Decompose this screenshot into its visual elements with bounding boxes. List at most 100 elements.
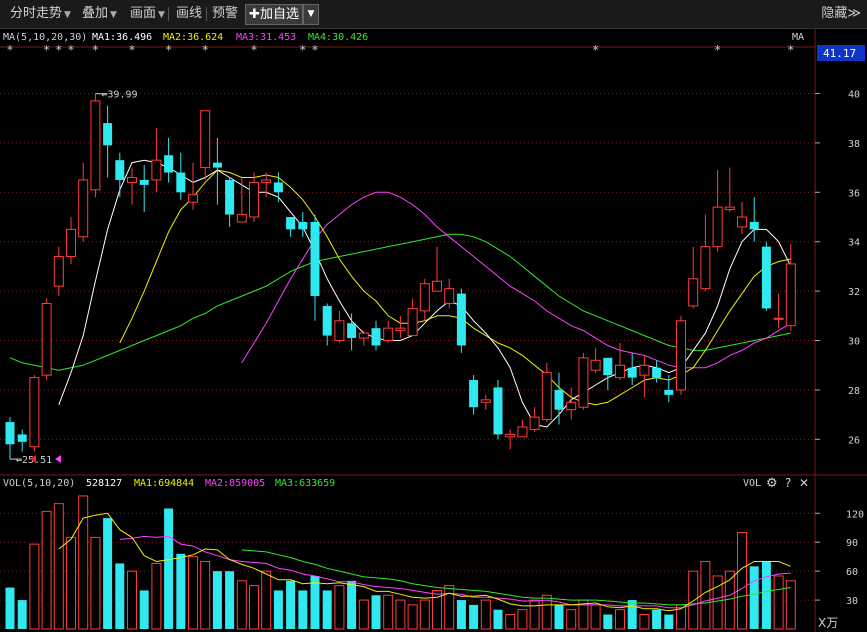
price-tick-label: 26: [848, 435, 860, 446]
volume-bar-down: [212, 571, 222, 629]
caret-down-icon: ▼: [64, 10, 71, 20]
volume-bar-down: [17, 600, 27, 629]
volume-bar-down: [322, 590, 332, 629]
volume-bar-up: [53, 503, 64, 630]
candle: [395, 315, 406, 339]
candle-body-up: [505, 433, 516, 438]
candle: [505, 429, 516, 450]
candle: [578, 352, 589, 410]
candle-body-up: [432, 280, 442, 292]
candle: [761, 241, 771, 311]
gear-icon[interactable]: ⚙: [766, 476, 778, 491]
high-value: ←39.99: [101, 90, 137, 101]
candle-body-up: [236, 214, 247, 223]
event-marker-icon: *: [44, 43, 50, 57]
candle: [724, 167, 735, 213]
candle-body-up: [590, 359, 601, 371]
close-icon[interactable]: ✕: [799, 476, 809, 490]
price-legend-right-label: MA: [792, 32, 804, 43]
candle-body-up: [383, 327, 394, 342]
candle: [151, 128, 162, 193]
volume-bar-down: [664, 614, 674, 629]
candle-body-up: [444, 288, 455, 304]
candle-body-down: [212, 162, 222, 168]
overlay-menu[interactable]: 叠加 ▼: [82, 5, 117, 23]
candle: [53, 246, 64, 297]
candle-body-up: [188, 194, 198, 203]
candle: [41, 298, 52, 381]
candle: [176, 152, 186, 200]
add-watchlist-button[interactable]: ✚加自选: [245, 4, 303, 25]
alert-label: 预警: [212, 6, 239, 21]
volume-bar-up: [383, 594, 394, 630]
candle-body-down: [115, 160, 125, 180]
candle: [164, 137, 174, 183]
candle-body-down: [493, 387, 503, 435]
volume-bar-down: [310, 575, 320, 629]
candle: [334, 310, 345, 343]
volume-bar-down: [371, 595, 381, 629]
volume-axis: 120 90 60 30: [815, 509, 864, 607]
candle: [700, 214, 711, 292]
volume-bar-up: [395, 599, 406, 630]
candle: [322, 303, 332, 346]
volume-bar-up: [773, 575, 784, 630]
candle-body-down: [749, 221, 759, 230]
volume-bar-up: [90, 536, 101, 630]
volume-bar-down: [225, 571, 235, 629]
draw-menu[interactable]: 画面 ▼: [130, 5, 165, 23]
volume-bar-up: [358, 599, 369, 630]
question-icon[interactable]: ?: [785, 476, 791, 490]
line-draw-button[interactable]: 画线: [176, 5, 202, 23]
candle-body-up: [334, 320, 345, 342]
candle: [407, 298, 418, 337]
volume-bar-up: [151, 562, 162, 630]
candle-body-down: [554, 389, 564, 410]
volume-bar-down: [469, 604, 479, 629]
volume-bar-down: [652, 609, 662, 629]
volume-unit-label: X万: [818, 616, 838, 630]
volume-bar-up: [529, 599, 540, 630]
plus-icon: ✚: [249, 7, 260, 22]
volume-bar-down: [347, 580, 357, 629]
volume-bar-up: [700, 561, 711, 630]
volume-bar-up: [236, 580, 247, 630]
candle-body-up: [53, 256, 64, 287]
candle: [480, 394, 491, 410]
candle-body-down: [664, 389, 674, 395]
alert-button[interactable]: 预警: [212, 5, 238, 23]
high-annotation: ←39.99: [95, 90, 138, 101]
candle-body-up: [200, 110, 211, 169]
moving-average-lines: [9, 159, 792, 428]
candle: [90, 93, 101, 198]
candle-body-up: [785, 263, 796, 327]
event-marker-icon: *: [312, 43, 318, 57]
volume-tick-label: 60: [846, 567, 858, 578]
candle-body-down: [322, 305, 332, 336]
candle-body-up: [29, 377, 40, 448]
candle-body-up: [529, 416, 540, 430]
toolbar-divider: [168, 7, 169, 21]
candle: [249, 172, 259, 222]
price-tick-label: 28: [848, 386, 860, 397]
add-watchlist-dropdown[interactable]: ▼: [303, 4, 319, 25]
hide-button[interactable]: 隐藏≫: [821, 5, 861, 23]
candle-body-down: [627, 367, 637, 378]
volume-bar-up: [639, 614, 650, 630]
volume-bar-down: [603, 614, 613, 629]
price-tick-label: 32: [848, 287, 860, 298]
candle: [529, 407, 540, 432]
candle-body-up: [90, 100, 101, 191]
volume-bar-up: [566, 609, 577, 630]
candle: [5, 417, 15, 460]
volume-bar-up: [444, 585, 455, 630]
candle: [347, 313, 357, 351]
event-markers: * * * * * * * * * * * * * *: [7, 43, 794, 57]
price-legend-ma3: MA3:31.453: [236, 32, 296, 43]
candle-body-down: [761, 246, 771, 309]
price-ma4-line: [9, 233, 791, 371]
candle: [785, 244, 796, 331]
intraday-menu[interactable]: 分时走势 ▼: [10, 5, 71, 23]
event-marker-icon: *: [129, 43, 135, 57]
volume-tick-label: 90: [846, 538, 858, 549]
